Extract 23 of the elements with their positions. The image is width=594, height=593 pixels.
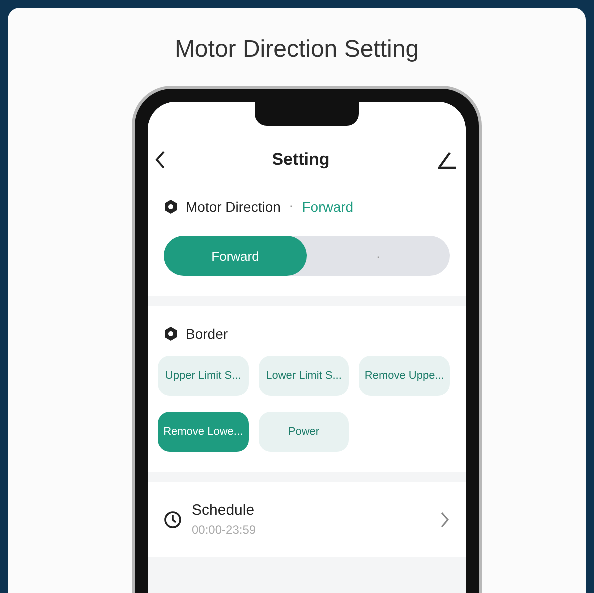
schedule-time: 00:00-23:59 [192,523,258,537]
section-label: Motor Direction [186,199,281,215]
section-label: Border [186,326,228,342]
schedule-label: Schedule [192,502,256,519]
direction-option[interactable]: · [307,236,450,276]
border-option-button[interactable]: Upper Limit S... [158,356,249,396]
settings-icon [164,200,178,214]
page-title: Motor Direction Setting [174,36,420,64]
border-option-button[interactable]: Remove Uppe... [359,356,450,396]
screen-title: Setting [272,150,330,170]
border-option-button[interactable]: Power [258,412,350,452]
clock-icon [164,510,182,528]
back-icon[interactable] [154,150,166,170]
border-option-button[interactable]: Remove Lowe... [158,412,249,452]
direction-option[interactable]: Forward [164,236,307,276]
border-option-button[interactable]: Lower Limit S... [258,356,350,396]
separator-dot: · [288,198,294,216]
chevron-right-icon [440,510,450,528]
schedule-row[interactable]: Schedule 00:00-23:59 [148,482,466,557]
settings-icon [164,327,178,341]
direction-value: Forward [302,199,354,215]
direction-toggle[interactable]: Forward · [164,236,450,276]
edit-icon[interactable] [436,150,458,170]
